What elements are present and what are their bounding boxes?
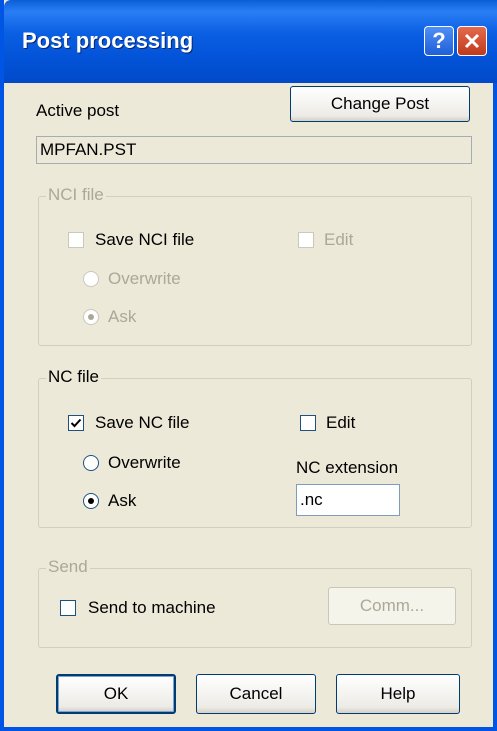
nci-edit-checkbox[interactable] [298,232,314,248]
send-group-title: Send [46,557,90,577]
radio-dot [88,498,94,504]
nc-file-group [38,378,472,528]
cancel-button[interactable]: Cancel [196,674,316,714]
save-nc-checkbox[interactable] [68,415,84,431]
post-processing-dialog: Post processing ? Active post Change Pos… [0,0,497,731]
window-title: Post processing [22,28,194,53]
send-to-machine-label: Send to machine [88,598,216,617]
checkmark-icon [70,418,82,428]
help-button[interactable]: Help [336,674,460,714]
send-to-machine-checkbox[interactable] [60,600,76,616]
help-icon[interactable]: ? [424,26,454,56]
change-post-button[interactable]: Change Post [290,86,470,122]
save-nci-label: Save NCI file [95,230,195,249]
save-nci-checkbox[interactable] [68,232,84,248]
nc-ask-label: Ask [108,491,137,510]
close-icon[interactable] [457,26,487,56]
nc-extension-label: NC extension [296,458,399,477]
title-bar[interactable]: Post processing ? [4,0,497,83]
ok-button[interactable]: OK [56,674,176,714]
nc-edit-checkbox[interactable] [300,415,316,431]
nc-edit-label: Edit [326,413,356,432]
comm-button[interactable]: Comm... [328,587,456,625]
nc-extension-input[interactable]: .nc [296,484,400,516]
nci-overwrite-label: Overwrite [108,269,181,288]
nci-overwrite-radio[interactable] [83,271,99,287]
nc-overwrite-label: Overwrite [108,453,181,472]
nci-ask-label: Ask [108,307,137,326]
radio-dot [88,314,94,320]
active-post-field: MPFAN.PST [36,136,472,164]
active-post-label: Active post [36,101,120,120]
nc-overwrite-radio[interactable] [83,455,99,471]
nci-file-group-title: NCI file [46,185,106,205]
nc-ask-radio[interactable] [83,493,99,509]
nci-edit-label: Edit [324,230,354,249]
save-nc-label: Save NC file [95,413,190,432]
nci-ask-radio[interactable] [83,309,99,325]
nci-file-group [38,196,472,346]
nc-file-group-title: NC file [46,367,102,387]
